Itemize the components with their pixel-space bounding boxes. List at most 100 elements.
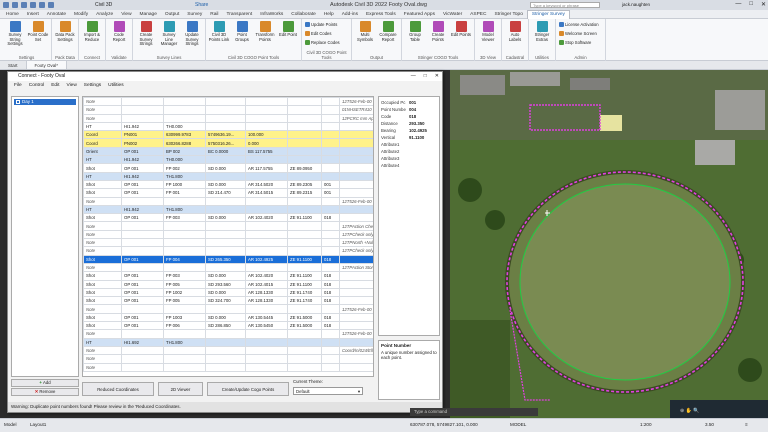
table-cell[interactable] [321, 238, 340, 248]
table-cell[interactable] [121, 246, 164, 256]
table-cell[interactable] [121, 262, 164, 273]
ribbon-tab-stringer-survey[interactable]: Stringer Survey [526, 9, 570, 19]
table-cell[interactable]: 12T526-Feb-00 18:41 [339, 329, 373, 339]
table-cell[interactable] [287, 196, 322, 206]
redo-icon[interactable] [48, 2, 54, 8]
menu-utilities[interactable]: Utilities [108, 81, 123, 91]
table-cell[interactable] [339, 279, 373, 289]
table-cell[interactable]: Shot [83, 279, 122, 289]
table-cell[interactable]: AR 128.1330 [245, 287, 288, 298]
table-cell[interactable]: Note [83, 304, 122, 314]
table-cell[interactable] [205, 229, 246, 240]
add-button[interactable]: + Add [11, 379, 79, 387]
table-cell[interactable] [163, 221, 206, 231]
table-cell[interactable] [287, 113, 322, 123]
table-cell[interactable] [163, 262, 206, 273]
table-cell[interactable]: BS 117.5755 [245, 146, 288, 157]
table-cell[interactable] [287, 204, 322, 215]
table-cell[interactable] [287, 146, 322, 157]
table-cell[interactable] [321, 229, 340, 240]
table-cell[interactable]: OP 001 [121, 287, 164, 298]
table-cell[interactable]: OP 001 [121, 312, 164, 323]
update-survey-strings-button[interactable]: Update Survey Strings [181, 21, 203, 47]
table-cell[interactable]: HT [83, 204, 122, 215]
table-cell[interactable]: FP 002 [163, 163, 206, 173]
table-cell[interactable] [245, 329, 288, 339]
table-cell[interactable] [321, 304, 340, 314]
table-cell[interactable] [121, 304, 164, 314]
table-row[interactable]: Note 01NHSETR410 [83, 105, 373, 115]
create-points-button[interactable]: Create Points [427, 21, 449, 42]
table-cell[interactable]: FP 005 [163, 296, 206, 306]
table-row[interactable]: Shot OP 001 FP 1003 SD 0.000 AR 130.5445 ZE 9… [83, 312, 373, 323]
ribbon-tab-manage[interactable]: Manage [136, 12, 161, 17]
table-cell[interactable]: Shot [83, 179, 122, 190]
table-cell[interactable]: TH1.800 [163, 337, 206, 347]
table-cell[interactable]: SD 0.000 [205, 312, 246, 323]
table-cell[interactable]: AR 102.4020 [245, 271, 288, 281]
table-row[interactable]: Coord PN001 630999.9783 5749636.19... 100.00… [83, 130, 373, 140]
table-row[interactable]: Note 12TPCheck only 018 [83, 246, 373, 256]
table-cell[interactable] [121, 105, 164, 115]
model-viewer-button[interactable]: Model Viewer [477, 21, 499, 42]
maximize-icon[interactable]: □ [749, 1, 753, 8]
ribbon-tab-featured-apps[interactable]: Featured Apps [400, 12, 439, 17]
menu-edit[interactable]: Edit [51, 81, 59, 91]
table-cell[interactable] [245, 345, 288, 356]
theme-select[interactable]: Default ▾ [293, 387, 363, 395]
table-cell[interactable]: 12TPAction Check on... [339, 221, 373, 231]
table-cell[interactable] [339, 254, 373, 264]
table-cell[interactable]: BC 0.0000 [205, 146, 246, 157]
table-cell[interactable] [339, 138, 373, 148]
table-cell[interactable] [163, 304, 206, 314]
table-cell[interactable] [339, 121, 373, 132]
tab-layout1[interactable]: Layout1 [30, 422, 46, 427]
table-cell[interactable] [287, 304, 322, 314]
table-cell[interactable]: Note [83, 113, 122, 123]
table-row[interactable]: HT HI1.692 TH1.800 [83, 337, 373, 347]
table-cell[interactable] [121, 113, 164, 123]
table-cell[interactable]: HT [83, 171, 122, 181]
table-cell[interactable]: Shot [83, 296, 122, 306]
table-cell[interactable] [121, 238, 164, 248]
dialog-minimize-icon[interactable]: — [411, 73, 416, 79]
table-cell[interactable] [339, 204, 373, 215]
table-cell[interactable]: HI1.692 [121, 337, 164, 347]
menu-settings[interactable]: Settings [84, 81, 101, 91]
table-cell[interactable]: TH1.800 [163, 204, 206, 215]
table-cell[interactable] [121, 221, 164, 231]
table-row[interactable]: Note 12TPNorth +Null+ ... [83, 238, 373, 248]
table-cell[interactable] [205, 238, 246, 248]
table-cell[interactable] [163, 246, 206, 256]
table-cell[interactable]: SD 293.560 [205, 279, 246, 289]
table-cell[interactable] [245, 238, 288, 248]
table-cell[interactable]: SD 0.000 [205, 179, 246, 190]
property-value[interactable]: 102.4925 [409, 127, 427, 134]
table-cell[interactable]: 100.000 [245, 130, 288, 140]
table-cell[interactable] [121, 362, 164, 372]
table-cell[interactable] [121, 196, 164, 206]
table-cell[interactable]: Note [83, 97, 122, 107]
table-cell[interactable] [287, 171, 322, 181]
table-cell[interactable]: 12TPAction Store Obs... [339, 262, 373, 273]
table-cell[interactable] [121, 329, 164, 339]
ribbon-tab-survey[interactable]: Survey [183, 12, 206, 17]
table-cell[interactable]: 12TPCheck only 018 [339, 246, 373, 256]
table-cell[interactable]: Note [83, 246, 122, 256]
tab-start[interactable]: Start [0, 61, 26, 69]
table-cell[interactable] [287, 97, 322, 107]
table-row[interactable]: Orient OP 001 BP 002 BC 0.0000 BS 117.5755 [83, 146, 373, 157]
table-cell[interactable]: Shot [83, 254, 122, 264]
table-cell[interactable]: FP 006 [163, 320, 206, 331]
table-cell[interactable]: PN001 [121, 130, 164, 140]
table-row[interactable]: Shot OP 001 FP 001 SD 214.470 AR 314.5015 ZE … [83, 188, 373, 198]
table-cell[interactable]: 630999.9783 [163, 130, 206, 140]
table-cell[interactable] [339, 287, 373, 298]
table-cell[interactable] [339, 171, 373, 181]
lineweight-readout[interactable]: 3.50 [705, 422, 714, 427]
table-row[interactable]: Note 12TPCheck only Ris... [83, 229, 373, 240]
table-cell[interactable] [121, 229, 164, 240]
civil3d-logo-icon[interactable] [3, 2, 9, 8]
workspace-selector[interactable]: Civil 3D [95, 2, 112, 8]
table-cell[interactable] [245, 246, 288, 256]
